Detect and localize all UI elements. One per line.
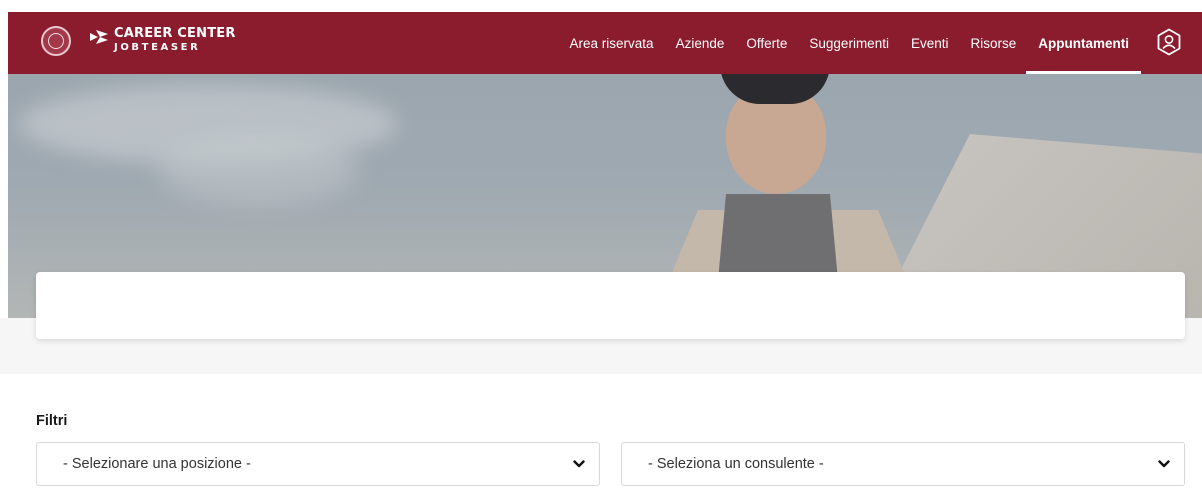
- nav-offerte[interactable]: Offerte: [746, 12, 787, 74]
- consultant-select-value: - Seleziona un consulente -: [648, 456, 824, 472]
- chevron-down-icon: [1158, 460, 1170, 468]
- chevron-down-icon: [573, 460, 585, 468]
- user-profile-icon[interactable]: [1156, 28, 1182, 56]
- position-select-value: - Selezionare una posizione -: [63, 456, 251, 472]
- nav-area-riservata[interactable]: Area riservata: [570, 12, 654, 74]
- seal-emblem-icon: [48, 33, 64, 49]
- top-navbar: CAREER CENTER JOBTEASER Area riservata A…: [8, 12, 1202, 74]
- university-seal-logo[interactable]: [41, 26, 71, 56]
- nav-appuntamenti[interactable]: Appuntamenti: [1026, 12, 1141, 74]
- logo-jobteaser-text: JOBTEASER: [114, 42, 201, 53]
- hero-cloud: [158, 134, 358, 204]
- consultant-select[interactable]: - Seleziona un consulente -: [621, 442, 1185, 486]
- nav-eventi[interactable]: Eventi: [911, 12, 949, 74]
- nav-suggerimenti[interactable]: Suggerimenti: [809, 12, 889, 74]
- filters-heading: Filtri: [36, 413, 68, 429]
- main-navigation: Area riservata Aziende Offerte Suggerime…: [548, 12, 1141, 74]
- nav-risorse[interactable]: Risorse: [970, 12, 1016, 74]
- jobteaser-mark-icon: [90, 30, 108, 44]
- search-card: [36, 272, 1185, 339]
- top-strip: [0, 0, 1202, 12]
- logo-career-center-text: CAREER CENTER: [114, 26, 236, 41]
- position-select[interactable]: - Selezionare una posizione -: [36, 442, 600, 486]
- nav-aziende[interactable]: Aziende: [676, 12, 725, 74]
